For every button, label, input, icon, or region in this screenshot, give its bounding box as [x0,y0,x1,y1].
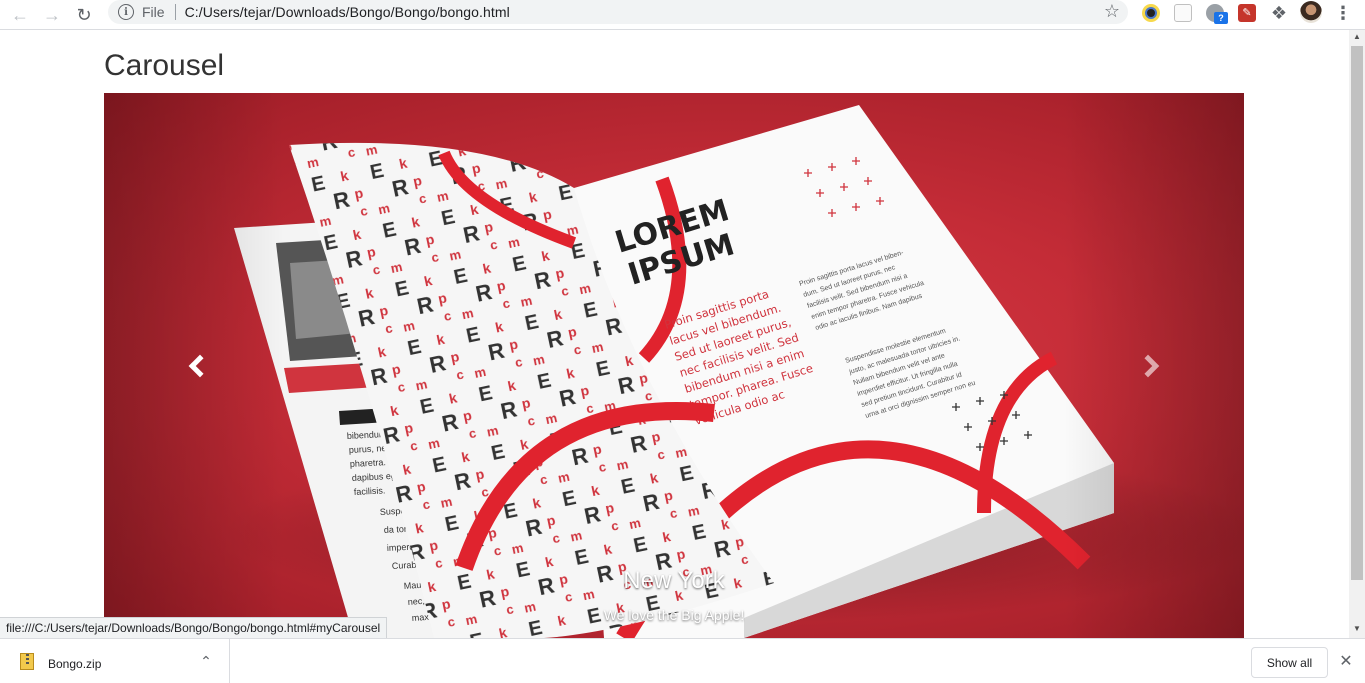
omnibox-divider [174,4,176,20]
chevron-right-icon [1136,354,1160,377]
address-bar[interactable]: i File C:/Users/tejar/Downloads/Bongo/Bo… [108,0,1128,24]
file-scheme-label: File [142,4,165,20]
close-icon[interactable]: ✕ [1337,653,1355,671]
browser-toolbar: ← → ↻ i File C:/Users/tejar/Downloads/Bo… [0,0,1365,30]
scroll-up-arrow-icon[interactable]: ▲ [1349,32,1365,44]
download-file-name[interactable]: Bongo.zip [48,657,101,671]
reload-icon[interactable]: ↻ [72,3,96,27]
scroll-thumb[interactable] [1351,46,1363,580]
download-item[interactable]: Bongo.zip ⌃ [0,639,230,683]
zip-file-icon [20,653,34,670]
pdf-extension-icon[interactable]: ✎ [1238,4,1256,22]
kebab-menu-icon[interactable]: ⋮ [1333,2,1353,24]
status-bar-url: file:///C:/Users/tejar/Downloads/Bongo/B… [0,617,388,638]
chat-badge-icon: ? [1214,12,1228,24]
forward-arrow-icon[interactable]: → [40,3,64,27]
star-icon[interactable]: ☆ [1104,1,1120,22]
back-arrow-icon[interactable]: ← [8,3,32,27]
info-icon[interactable]: i [118,4,134,20]
carousel-next-button[interactable] [1064,93,1244,638]
carousel: E k R m c p bibendum nis purus, nec fa p… [104,93,1244,638]
svg-text:facilisis.: facilisis. [354,485,386,497]
camera-extension-icon[interactable] [1142,4,1160,22]
chevron-up-icon[interactable]: ⌃ [198,653,214,669]
page-scrollbar[interactable]: ▲ ▼ [1349,30,1365,638]
puzzle-icon[interactable]: ❖ [1270,4,1288,22]
url-text[interactable]: C:/Users/tejar/Downloads/Bongo/Bongo/bon… [185,4,510,20]
carousel-caption-title: New York [623,567,725,594]
carousel-prev-button[interactable] [104,93,284,638]
scroll-down-arrow-icon[interactable]: ▼ [1349,624,1365,636]
show-all-button[interactable]: Show all [1251,647,1328,678]
page-extension-icon[interactable] [1174,4,1192,22]
page-title: Carousel [104,49,225,82]
chevron-left-icon [188,354,212,377]
profile-avatar[interactable] [1300,1,1322,23]
download-shelf: Bongo.zip ⌃ Show all ✕ [0,638,1365,683]
